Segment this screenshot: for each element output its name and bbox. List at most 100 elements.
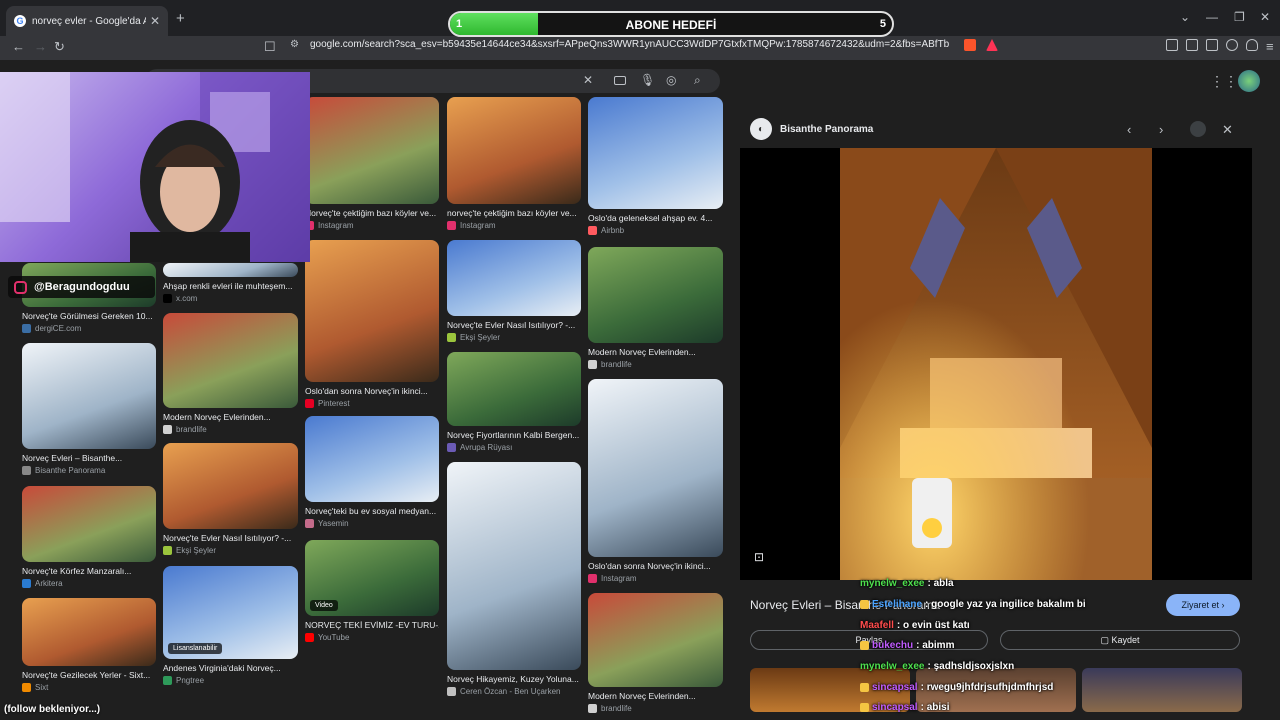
result-caption[interactable]: NORVEÇ TEKİ EVİMİZ -EV TURU-... (305, 620, 439, 630)
chat-text: : o evin üst katı (896, 620, 970, 631)
chat-message: Estelihane: google yaz ya ingilice bakal… (860, 599, 1086, 610)
chat-username: mynelw_exee (860, 578, 925, 589)
source-name: brandlife (601, 704, 632, 713)
leo-icon[interactable] (1226, 39, 1238, 51)
mic-icon[interactable]: 🎙 (640, 73, 655, 87)
address-bar[interactable]: google.com/search?sca_esv=b59435e14644ce… (310, 39, 950, 56)
result-caption[interactable]: Norveç'teki bu ev sosyal medyan... (305, 506, 439, 516)
result-image[interactable] (305, 97, 439, 204)
source-favicon-icon (163, 294, 172, 303)
visit-button[interactable]: Ziyaret et › (1166, 594, 1240, 616)
result-caption[interactable]: Andenes Virginia'daki Norveç... (163, 663, 298, 673)
result-caption[interactable]: Norveç'te Evler Nasıl Isıtılıyor? -... (447, 320, 581, 330)
result-image[interactable] (22, 486, 156, 562)
forward-icon[interactable]: → (34, 39, 47, 54)
extensions-icon[interactable] (1166, 39, 1178, 51)
result-source: Instagram (588, 574, 637, 583)
result-caption[interactable]: Norveç Hikayemiz, Kuzey Yoluna... (447, 674, 581, 684)
result-caption[interactable]: Oslo'dan sonra Norveç'in ikinci... (588, 561, 723, 571)
wallet-icon[interactable] (1206, 39, 1218, 51)
source-name: Instagram (601, 574, 637, 583)
result-image[interactable] (588, 593, 723, 687)
bookmark-icon[interactable]: ☐ (264, 39, 276, 55)
result-caption[interactable]: Norveç'te çektiğim bazı köyler ve... (305, 208, 439, 218)
preview-image[interactable] (840, 148, 1152, 580)
result-source: Bisanthe Panorama (22, 466, 105, 475)
clear-search-icon[interactable]: ✕ (583, 73, 593, 87)
tab-search-icon[interactable]: ⌄ (1180, 10, 1190, 24)
result-image[interactable] (588, 97, 723, 209)
result-caption[interactable]: Modern Norveç Evlerinden... (163, 412, 298, 422)
brave-shield-icon[interactable] (964, 39, 976, 51)
result-image[interactable] (447, 352, 581, 426)
result-caption[interactable]: Norveç'te Gezilecek Yerler - Sixt... (22, 670, 156, 680)
result-caption[interactable]: Oslo'dan sonra Norveç'in ikinci... (305, 386, 439, 396)
more-options-icon[interactable] (1190, 121, 1206, 137)
save-button[interactable]: ▢ Kaydet (1000, 630, 1240, 650)
chat-username: bukechu (872, 640, 914, 651)
result-image[interactable] (305, 240, 439, 382)
site-info-icon[interactable]: ⚙ (290, 39, 299, 50)
lens-icon[interactable]: ◎ (666, 73, 676, 87)
result-caption[interactable]: Norveç'te Görülmesi Gereken 10... (22, 311, 156, 321)
result-source: Yasemin (305, 519, 349, 528)
result-image[interactable]: Video (305, 540, 439, 616)
sidebar-icon[interactable] (1186, 39, 1198, 51)
close-window-icon[interactable]: ✕ (1260, 10, 1270, 24)
menu-icon[interactable]: ≡ (1266, 39, 1274, 54)
google-icon: G (14, 15, 26, 27)
result-caption[interactable]: Norveç Evleri – Bisanthe... (22, 453, 156, 463)
result-image[interactable] (588, 247, 723, 343)
save-label: Kaydet (1111, 635, 1140, 645)
maximize-icon[interactable]: ❐ (1234, 10, 1245, 24)
related-image[interactable] (1082, 668, 1242, 712)
instagram-icon (14, 280, 27, 294)
image-tag: Lisanslanabilir (168, 643, 223, 654)
result-image[interactable] (22, 598, 156, 666)
result-image[interactable] (22, 343, 156, 449)
previous-icon[interactable]: ‹ (1127, 122, 1131, 137)
result-caption[interactable]: Ahşap renkli evleri ile muhteşem... (163, 281, 298, 291)
source-name: Pngtree (176, 676, 205, 685)
back-icon[interactable]: ← (12, 39, 25, 54)
minimize-icon[interactable]: — (1206, 10, 1218, 24)
close-panel-icon[interactable]: ✕ (1222, 122, 1233, 138)
result-image[interactable] (163, 313, 298, 408)
instagram-handle: @Beragundogduu (8, 276, 155, 298)
tab-active[interactable]: G norveç evler - Google'da Ara ✕ (6, 6, 168, 36)
source-favicon-icon (447, 687, 456, 696)
result-image[interactable] (163, 443, 298, 529)
result-caption[interactable]: Oslo'da geleneksel ahşap ev. 4... (588, 213, 723, 223)
goal-target: 5 (879, 18, 886, 30)
result-image[interactable]: Lisanslanabilir (163, 566, 298, 659)
search-icon[interactable]: ⌕ (694, 73, 701, 88)
new-tab-icon[interactable]: + (176, 10, 185, 27)
chat-message: Maafell: o evin üst katı (860, 620, 970, 631)
result-image[interactable] (447, 97, 581, 204)
result-caption[interactable]: Modern Norveç Evlerinden... (588, 691, 723, 701)
result-source: Instagram (447, 221, 496, 230)
reload-icon[interactable]: ↻ (54, 39, 65, 55)
result-caption[interactable]: Norveç'te Körfez Manzaralı... (22, 566, 156, 576)
keyboard-icon[interactable] (614, 76, 626, 85)
lens-search-icon[interactable]: ⊡ (754, 550, 764, 564)
chat-username: mynelw_exee (860, 661, 925, 672)
close-tab-icon[interactable]: ✕ (150, 14, 160, 28)
result-image[interactable] (305, 416, 439, 502)
result-image[interactable] (447, 462, 581, 670)
chat-text: : abla (927, 578, 954, 589)
result-caption[interactable]: Modern Norveç Evlerinden... (588, 347, 723, 357)
result-caption[interactable]: Norveç'te Evler Nasıl Isıtılıyor? -... (163, 533, 298, 543)
result-image[interactable] (447, 240, 581, 316)
result-image[interactable] (163, 263, 298, 277)
result-caption[interactable]: norveç'te çektiğim bazı köyler ve... (447, 208, 581, 218)
apps-grid-icon[interactable]: ⋮⋮ (1210, 73, 1238, 90)
chat-message: sincapsal: rwegu9jhfdrjsufhjdmfhrjsd (860, 682, 1053, 693)
result-caption[interactable]: Norveç Fiyortlarının Kalbi Bergen... (447, 430, 581, 440)
next-icon[interactable]: › (1159, 122, 1163, 137)
result-image[interactable] (588, 379, 723, 557)
account-avatar[interactable] (1238, 70, 1260, 92)
source-favicon-icon (305, 399, 314, 408)
vpn-icon[interactable] (1246, 39, 1258, 51)
chat-text: : abimm (916, 640, 955, 651)
